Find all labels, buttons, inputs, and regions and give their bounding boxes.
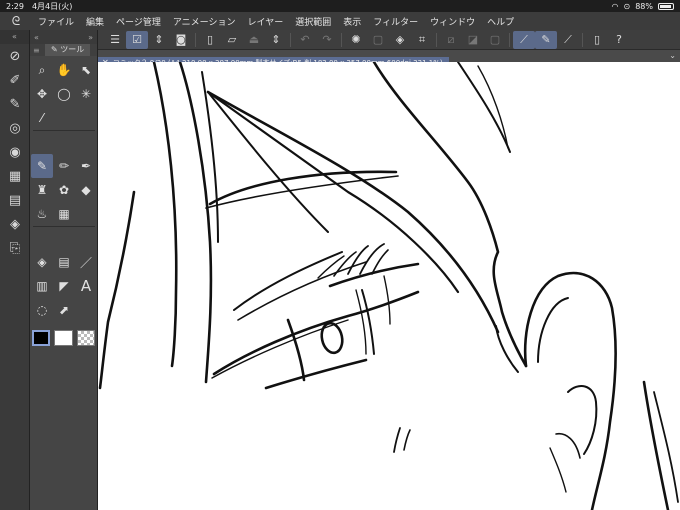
updown2-icon[interactable]: ⇕ [265, 31, 287, 49]
tool-tab-label: ツール [60, 45, 85, 54]
magic-wand-tool-icon[interactable]: ✳ [75, 82, 97, 106]
tool-tab-row: ≡ ✎ ツール [30, 44, 97, 56]
crop-icon[interactable]: ⌗ [411, 31, 433, 49]
main-color-swatch[interactable] [32, 330, 51, 346]
sub-color-swatch[interactable] [54, 330, 73, 346]
fill-icon[interactable]: ◈ [389, 31, 411, 49]
hand-tool-icon[interactable]: ✋ [53, 58, 75, 82]
layer-view-icon[interactable]: ☑ [126, 30, 148, 49]
panel-grip-icon[interactable]: ≡ [33, 46, 41, 55]
figure-tool-icon[interactable]: ◤ [53, 274, 75, 298]
tool-tab-pen-icon: ✎ [51, 45, 58, 54]
document-tab-bar: ✕ コミック２ 9/20 (A4 210.00 x 297.00mm 製本サイズ… [98, 50, 680, 69]
menu-selection[interactable]: 選択範囲 [289, 15, 337, 28]
left-rail: « ⊘ ✐ ✎ ◎ ◉ ▦ ▤ ◈ ⎘ [0, 30, 30, 510]
battery-percent: 88% [635, 1, 653, 11]
gradient-tool-icon[interactable]: ▤ [53, 250, 75, 274]
eyedropper-tool-icon[interactable]: ⁄ [31, 106, 53, 130]
wifi-icon: ◠ [611, 1, 619, 11]
transparent-color-swatch[interactable] [76, 330, 96, 346]
select-object-tool-icon[interactable]: ⬉ [75, 58, 97, 82]
correct-line-tool-icon[interactable]: ⬈ [53, 298, 75, 322]
zoom-tool-icon[interactable]: ⌕ [31, 58, 53, 82]
drawing-canvas[interactable] [98, 62, 680, 510]
orientation-lock-icon: ⊙ [623, 1, 631, 11]
layer-property-icon[interactable]: ▤ [0, 188, 30, 212]
command-bar: ☰ ☑ ⇕ ◙ ▯ ▱ ⏏ ⇕ ↶ ↷ ✺ ▢ ◈ ⌗ ⧄ ◪ ▢ ⟋ ✎ ⟋ … [98, 30, 680, 50]
collapse-right-icon[interactable]: » [88, 33, 93, 42]
spinner-icon[interactable]: ✺ [345, 31, 367, 49]
collapse-rail-icon[interactable]: « [0, 30, 29, 44]
menu-animation[interactable]: アニメーション [167, 15, 242, 28]
material-icon[interactable]: ⎘ [0, 236, 30, 260]
menu-filter[interactable]: フィルター [367, 15, 424, 28]
updown-icon[interactable]: ⇕ [148, 31, 170, 49]
menu-window[interactable]: ウィンドウ [424, 15, 481, 28]
menu-view[interactable]: 表示 [337, 15, 367, 28]
lasso-tool-icon[interactable]: ◯ [53, 82, 75, 106]
text-tool-icon[interactable]: A [75, 274, 97, 298]
brush-tool-icon[interactable]: ✒ [75, 154, 97, 178]
square-icon[interactable]: ▢ [484, 31, 506, 49]
ios-status-bar: 2:29 4月4日(火) ◠ ⊙ 88% [0, 0, 680, 12]
fill-tool-icon[interactable]: ◈ [31, 250, 53, 274]
chevron-down-icon[interactable]: ⌄ [669, 50, 676, 62]
special-ruler-icon[interactable]: ⟋ [557, 31, 579, 49]
sketch-artwork [98, 62, 679, 510]
tool-panel-header: « » [30, 30, 97, 44]
layers-icon[interactable]: ◈ [0, 212, 30, 236]
tool-grid: ⌕ ✋ ⬉ ✥ ◯ ✳ ⁄ ✎ ✏ ✒ ♜ ✿ ◆ ♨ ▦ ◈ ▤ ／ ▥ ◤ … [30, 56, 97, 324]
new-icon[interactable]: ▯ [199, 31, 221, 49]
help-icon[interactable]: ? [608, 31, 630, 49]
frame-tool-icon[interactable]: ▦ [53, 202, 75, 226]
pen-tool-icon[interactable]: ✎ [31, 154, 53, 178]
app-logo-icon[interactable]: ᘓ [0, 14, 32, 29]
menu-help[interactable]: ヘルプ [481, 15, 520, 28]
decoration-tool-icon[interactable]: ✿ [53, 178, 75, 202]
tool-property-icon[interactable]: ✎ [0, 92, 30, 116]
tool-panel: « » ≡ ✎ ツール ⌕ ✋ ⬉ ✥ ◯ ✳ ⁄ ✎ ✏ ✒ ♜ ✿ ◆ ♨ … [30, 30, 98, 510]
menu-bar: ᘓ ファイル 編集 ページ管理 アニメーション レイヤー 選択範囲 表示 フィル… [0, 12, 680, 30]
status-date: 4月4日(火) [31, 1, 73, 11]
airbrush-tool-icon[interactable]: ♜ [31, 178, 53, 202]
menu-page[interactable]: ページ管理 [110, 15, 167, 28]
color-set-icon[interactable]: ▦ [0, 164, 30, 188]
tool-separator [33, 130, 95, 131]
battery-icon [658, 2, 674, 10]
collapse-left-icon[interactable]: « [34, 33, 39, 42]
tool-separator [33, 226, 95, 227]
ruler-snap-icon[interactable]: ⟋ [513, 30, 535, 49]
clear-icon[interactable]: ▢ [367, 31, 389, 49]
balloon-tool-icon[interactable]: ◌ [31, 298, 53, 322]
eraser-tool-icon[interactable]: ◆ [75, 178, 97, 202]
menu-edit[interactable]: 編集 [80, 15, 110, 28]
menu-file[interactable]: ファイル [32, 15, 80, 28]
tone-icon[interactable]: ◪ [462, 31, 484, 49]
undo-icon[interactable]: ↶ [294, 31, 316, 49]
color-wheel-icon[interactable]: ◉ [0, 140, 30, 164]
brush-snap-icon[interactable]: ✎ [535, 30, 557, 49]
redo-icon[interactable]: ↷ [316, 31, 338, 49]
transform-icon[interactable]: ⧄ [440, 31, 462, 49]
ruler-tool-icon[interactable]: ▥ [31, 274, 53, 298]
blend-tool-icon[interactable]: ♨ [31, 202, 53, 226]
menu-layer[interactable]: レイヤー [242, 15, 290, 28]
smartphone-icon[interactable]: ▯ [586, 31, 608, 49]
brush-size-icon[interactable]: ◎ [0, 116, 30, 140]
sub-tool-icon[interactable]: ✐ [0, 68, 30, 92]
move-tool-icon[interactable]: ✥ [31, 82, 53, 106]
line-tool-icon[interactable]: ／ [75, 250, 97, 274]
color-swatches [30, 324, 97, 352]
camera-icon[interactable]: ◙ [170, 31, 192, 49]
status-time: 2:29 [6, 1, 24, 11]
navigator-icon[interactable]: ⊘ [0, 44, 30, 68]
open-icon[interactable]: ▱ [221, 31, 243, 49]
pencil-tool-icon[interactable]: ✏ [53, 154, 75, 178]
tool-tab[interactable]: ✎ ツール [45, 44, 91, 56]
menu-icon[interactable]: ☰ [104, 31, 126, 49]
save-icon[interactable]: ⏏ [243, 31, 265, 49]
